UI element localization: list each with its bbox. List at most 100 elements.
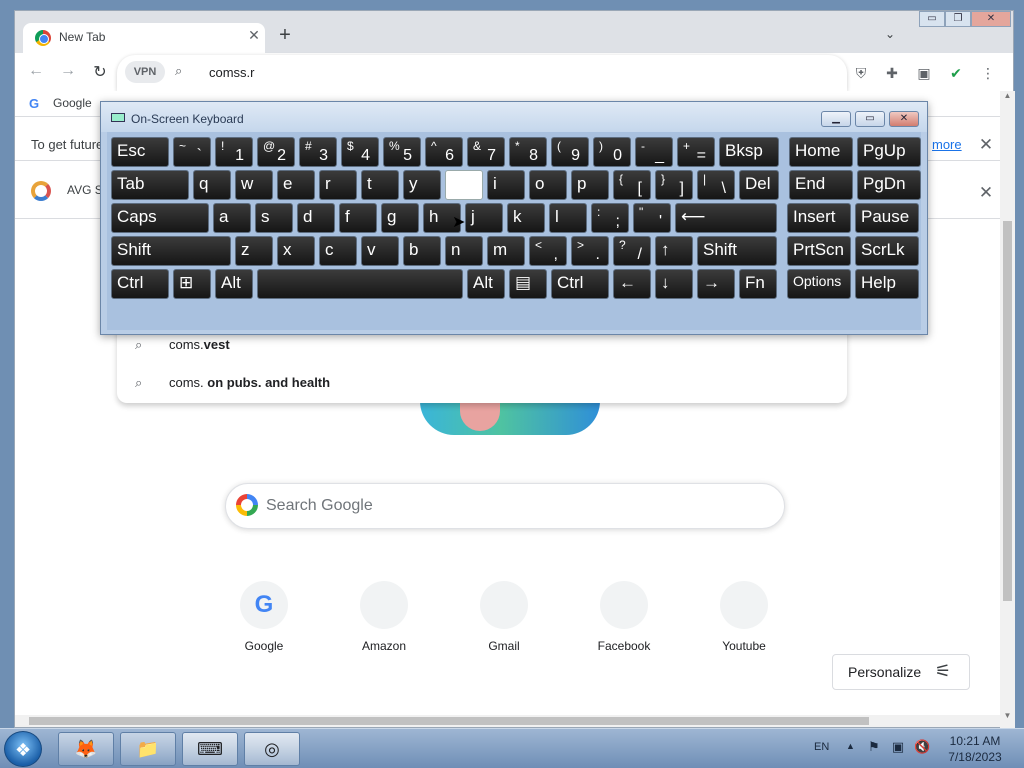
key-symbol[interactable]: → [697,269,735,299]
key-b[interactable]: b [403,236,441,266]
key-pgup[interactable]: PgUp [857,137,921,167]
clock-date[interactable]: 7/18/2023 [940,750,1010,764]
key-2[interactable]: @2 [257,137,295,167]
vertical-scrollbar[interactable]: ▲ ▼ [1000,91,1015,729]
key-k[interactable]: k [507,203,545,233]
bookmark-google[interactable]: Google [53,96,92,110]
horizontal-scrollbar[interactable] [15,715,1000,727]
key-symbol[interactable]: ~ ` [173,137,211,167]
key-w[interactable]: w [235,170,273,200]
key-3[interactable]: #3 [299,137,337,167]
key-symbol[interactable]: ↑ [655,236,693,266]
key-n[interactable]: n [445,236,483,266]
key-symbol[interactable]: ← [613,269,651,299]
key-0[interactable]: ) 0 [593,137,631,167]
security-shield-icon[interactable]: ✔ [947,65,965,81]
action-center-flag-icon[interactable]: ⚑ [866,739,882,755]
network-icon[interactable]: ▣ [890,739,906,755]
address-bar[interactable]: VPN ⌕ comss.r [117,55,847,91]
shortcut-youtube[interactable]: Youtube [688,581,800,665]
key-esc[interactable]: Esc [111,137,169,167]
explorer-taskbar-icon[interactable]: 📁 [120,732,176,766]
key-pause[interactable]: Pause [855,203,919,233]
info-bar-close-icon[interactable]: ✕ [977,135,995,154]
key-g[interactable]: g [381,203,419,233]
key-alt[interactable]: Alt [215,269,253,299]
clock-time[interactable]: 10:21 AM [940,734,1010,748]
key-symbol[interactable]: {[ [613,170,651,200]
key-help[interactable]: Help [855,269,919,299]
key-j[interactable]: j [465,203,503,233]
key-4[interactable]: $4 [341,137,379,167]
key-symbol[interactable]: <, [529,236,567,266]
key-q[interactable]: q [193,170,231,200]
horizontal-scroll-thumb[interactable] [29,717,869,725]
key-1[interactable]: ! 1 [215,137,253,167]
key-options[interactable]: Options [787,269,851,299]
shortcut-gmail[interactable]: Gmail [448,581,560,665]
google-doodle[interactable] [420,401,600,435]
key-symbol[interactable]: ⟵ [675,203,777,233]
key-7[interactable]: & 7 [467,137,505,167]
key-symbol[interactable]: :; [591,203,629,233]
shortcut-amazon[interactable]: Amazon [328,581,440,665]
tab-new-tab[interactable]: New Tab ✕ [23,23,265,53]
key-symbol[interactable]: ? / [613,236,651,266]
privacy-extension-icon[interactable]: ⛨ [852,65,870,81]
key-del[interactable]: Del [739,170,779,200]
key-shift[interactable]: Shift [111,236,231,266]
key-c[interactable]: c [319,236,357,266]
address-input[interactable]: comss.r [209,65,255,80]
google-search-box[interactable]: Search Google [225,483,785,529]
avg-bar-close-icon[interactable]: ✕ [977,183,995,202]
tab-search-icon[interactable]: ⌄ [885,27,895,41]
key-symbol[interactable]: + = [677,137,715,167]
key-symbol[interactable]: >. [571,236,609,266]
key-y[interactable]: y [403,170,441,200]
key-6[interactable]: ^ 6 [425,137,463,167]
key-bksp[interactable]: Bksp [719,137,779,167]
side-panel-icon[interactable]: ▣ [915,65,933,81]
key-9[interactable]: (9 [551,137,589,167]
language-indicator[interactable]: EN [814,741,829,753]
reload-button[interactable]: ↻ [89,62,111,82]
suggestion-item[interactable]: ⌕ coms. on pubs. and health [117,365,847,401]
key-caps[interactable]: Caps [111,203,209,233]
key-v[interactable]: v [361,236,399,266]
osk-close-button[interactable]: ✕ [889,111,919,127]
key-ctrl[interactable]: Ctrl [551,269,609,299]
menu-kebab-icon[interactable]: ⋮ [979,65,997,81]
key-home[interactable]: Home [789,137,853,167]
show-hidden-icons-arrow-icon[interactable]: ▲ [846,741,855,751]
start-button[interactable]: ❖ [4,731,42,767]
key-scrlk[interactable]: ScrLk [855,236,919,266]
vpn-button[interactable]: VPN [125,61,165,83]
key-s[interactable]: s [255,203,293,233]
key-symbol[interactable]: ▤ [509,269,547,299]
scroll-up-arrow-icon[interactable]: ▲ [1000,91,1015,103]
key-z[interactable]: z [235,236,273,266]
key-shift[interactable]: Shift [697,236,777,266]
volume-muted-icon[interactable]: 🔇 [914,739,930,755]
extensions-puzzle-icon[interactable]: ✚ [883,65,901,81]
key-symbol[interactable]: " ' [633,203,671,233]
key-blank[interactable] [257,269,463,299]
key-ctrl[interactable]: Ctrl [111,269,169,299]
key-symbol[interactable]: | \ [697,170,735,200]
new-tab-button[interactable]: + [273,24,297,48]
key-i[interactable]: i [487,170,525,200]
close-window-button[interactable]: ✕ [971,11,1011,27]
key-8[interactable]: * 8 [509,137,547,167]
personalize-button[interactable]: Personalize ⚟ [832,654,970,690]
key-r[interactable]: r [319,170,357,200]
key-o[interactable]: o [529,170,567,200]
key-symbol[interactable]: ↓ [655,269,693,299]
back-button[interactable]: ← [25,62,47,82]
key-t[interactable]: t [361,170,399,200]
osk-taskbar-icon[interactable]: ⌨ [182,732,238,766]
firefox-taskbar-icon[interactable]: 🦊 [58,732,114,766]
learn-more-link[interactable]: more [932,137,962,152]
key-symbol[interactable]: ⊞ [173,269,211,299]
key-blank[interactable] [445,170,483,200]
key-x[interactable]: x [277,236,315,266]
